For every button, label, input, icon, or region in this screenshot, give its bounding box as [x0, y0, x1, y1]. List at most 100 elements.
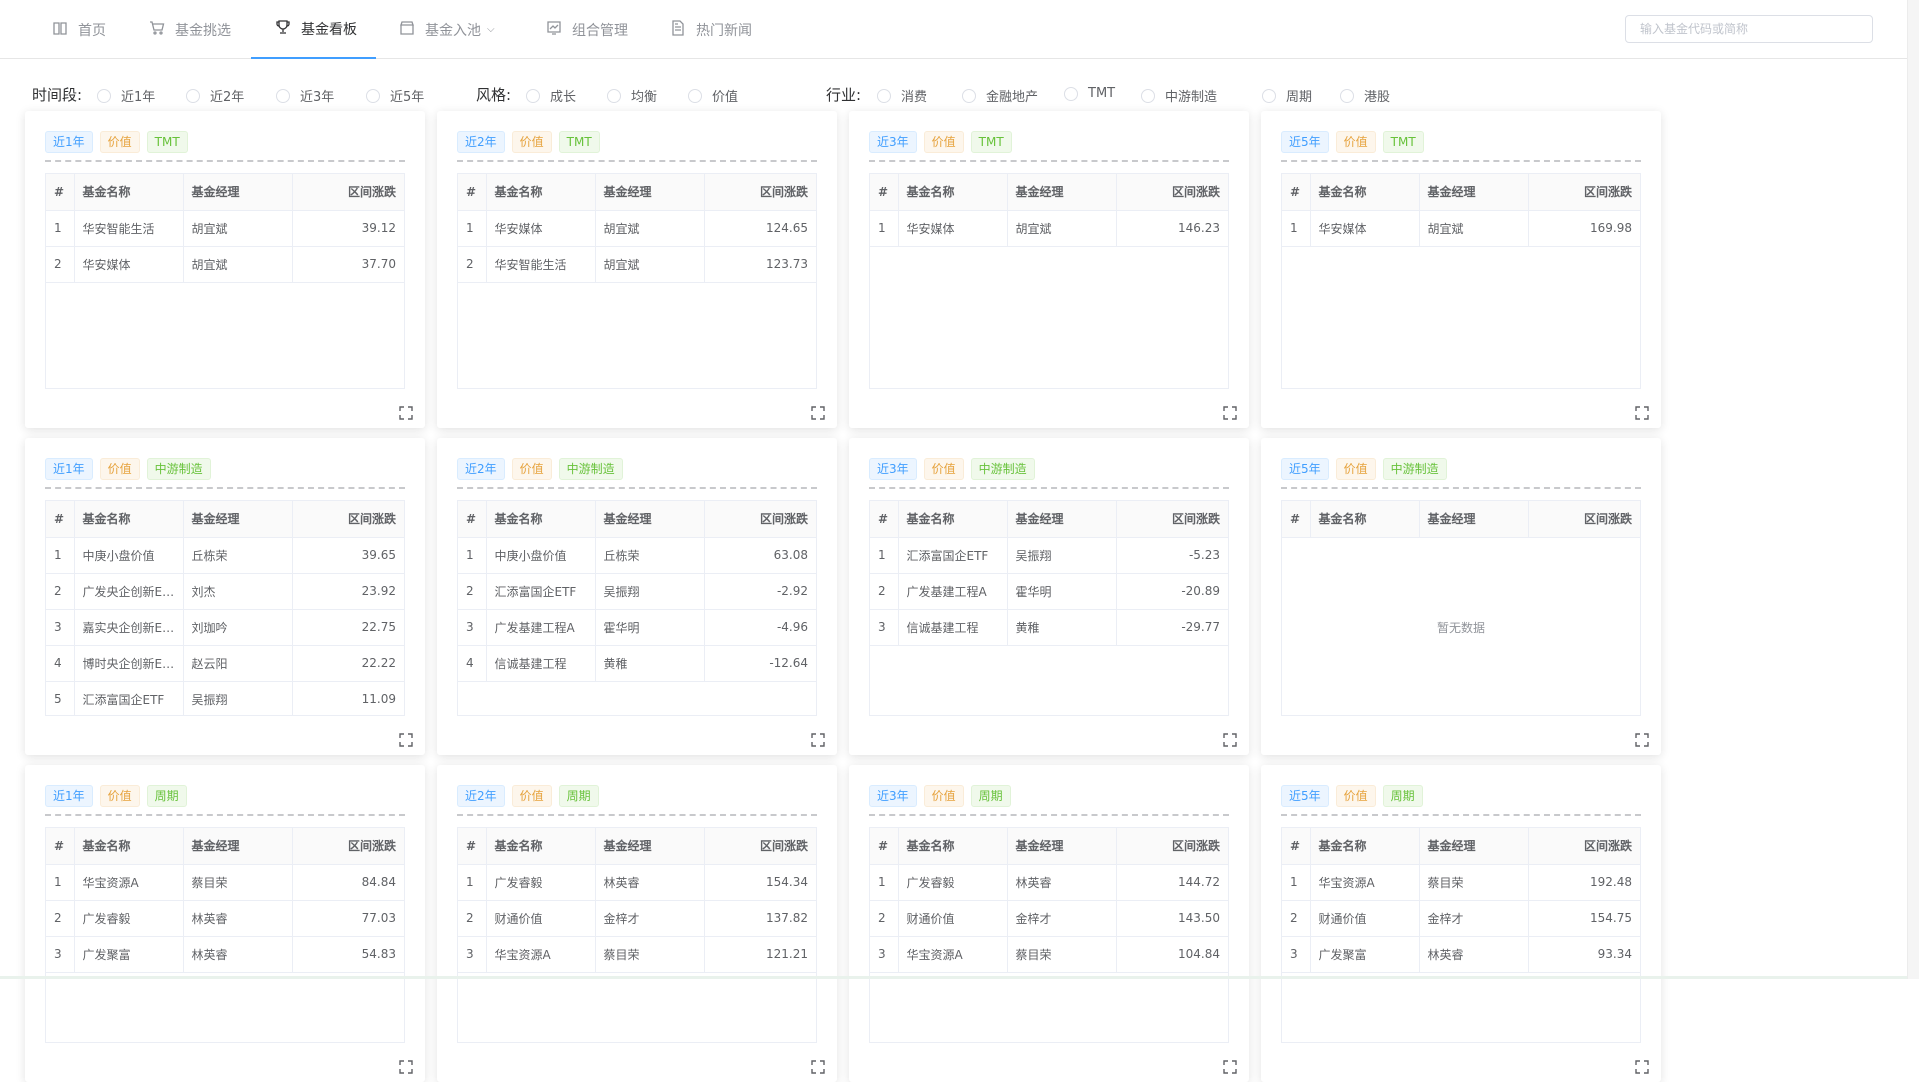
radio-industry-5[interactable]: 港股	[1340, 86, 1390, 105]
table-header-cell[interactable]: 基金经理	[183, 828, 293, 865]
radio-industry-4[interactable]: 周期	[1262, 86, 1312, 105]
table-header-cell[interactable]: 基金名称	[1310, 174, 1420, 211]
nav-item-3[interactable]: 基金入池 ⌵	[399, 0, 495, 59]
fullscreen-icon[interactable]	[1635, 1059, 1649, 1074]
table-header-cell[interactable]: 区间涨跌	[704, 174, 816, 211]
table-header-cell[interactable]: 基金名称	[1310, 828, 1420, 865]
radio-period-2[interactable]: 近3年	[276, 86, 334, 105]
table-header-cell[interactable]: #	[46, 828, 75, 865]
table-header-cell[interactable]: 基金名称	[898, 828, 1008, 865]
table-header-cell[interactable]: #	[870, 828, 899, 865]
table-header-cell[interactable]: #	[1282, 828, 1311, 865]
radio-style-1[interactable]: 均衡	[607, 86, 657, 105]
table-header-cell[interactable]: #	[458, 174, 487, 211]
table-header-cell[interactable]: 区间涨跌	[292, 828, 404, 865]
table-row[interactable]: 2 华安媒体 胡宜斌 37.70	[46, 246, 404, 283]
radio-period-0[interactable]: 近1年	[97, 86, 155, 105]
table-header-cell[interactable]: 基金经理	[1007, 501, 1117, 538]
table-header-cell[interactable]: 区间涨跌	[1528, 501, 1640, 538]
table-row[interactable]: 2 广发央企创新ETF 刘杰 23.92	[46, 573, 404, 610]
table-header-cell[interactable]: 基金名称	[74, 828, 184, 865]
table-header-cell[interactable]: 基金经理	[1419, 501, 1529, 538]
fullscreen-icon[interactable]	[399, 405, 413, 420]
table-header-cell[interactable]: 区间涨跌	[1116, 174, 1228, 211]
radio-period-3[interactable]: 近5年	[366, 86, 424, 105]
table-row[interactable]: 3 华宝资源A 蔡目荣 104.84	[870, 936, 1228, 973]
fullscreen-icon[interactable]	[811, 405, 825, 420]
table-row[interactable]: 1 广发睿毅 林英睿 154.34	[458, 864, 816, 901]
table-header-cell[interactable]: 区间涨跌	[1528, 174, 1640, 211]
table-row[interactable]: 1 中庚小盘价值 丘栋荣 63.08	[458, 537, 816, 574]
fullscreen-icon[interactable]	[1223, 732, 1237, 747]
table-header-cell[interactable]: 区间涨跌	[1528, 828, 1640, 865]
table-header-cell[interactable]: 基金经理	[183, 174, 293, 211]
table-header-cell[interactable]: 基金名称	[74, 501, 184, 538]
table-row[interactable]: 1 华安媒体 胡宜斌 146.23	[870, 210, 1228, 247]
table-header-cell[interactable]: 基金名称	[898, 501, 1008, 538]
table-row[interactable]: 1 华安媒体 胡宜斌 169.98	[1282, 210, 1640, 247]
table-row[interactable]: 4 博时央企创新ETF 赵云阳 22.22	[46, 645, 404, 682]
radio-industry-2[interactable]: TMT	[1064, 86, 1115, 101]
table-row[interactable]: 2 广发基建工程A 霍华明 -20.89	[870, 573, 1228, 610]
table-header-cell[interactable]: 基金经理	[1419, 174, 1529, 211]
radio-industry-3[interactable]: 中游制造	[1141, 86, 1217, 105]
table-row[interactable]: 3 广发基建工程A 霍华明 -4.96	[458, 609, 816, 646]
table-header-cell[interactable]: 区间涨跌	[1116, 501, 1228, 538]
nav-item-0[interactable]: 首页	[52, 0, 106, 59]
table-row[interactable]: 2 财通价值 金梓才 137.82	[458, 900, 816, 937]
table-row[interactable]: 3 信诚基建工程 黄稚 -29.77	[870, 609, 1228, 646]
fullscreen-icon[interactable]	[399, 1059, 413, 1074]
table-header-cell[interactable]: #	[1282, 174, 1311, 211]
table-header-cell[interactable]: 区间涨跌	[704, 501, 816, 538]
table-header-cell[interactable]: 基金经理	[1007, 828, 1117, 865]
table-header-cell[interactable]: #	[870, 501, 899, 538]
table-header-cell[interactable]: #	[1282, 501, 1311, 538]
radio-style-2[interactable]: 价值	[688, 86, 738, 105]
table-row[interactable]: 1 中庚小盘价值 丘栋荣 39.65	[46, 537, 404, 574]
nav-item-1[interactable]: 基金挑选	[149, 0, 231, 59]
fullscreen-icon[interactable]	[399, 732, 413, 747]
table-row[interactable]: 2 广发睿毅 林英睿 77.03	[46, 900, 404, 937]
fullscreen-icon[interactable]	[1635, 405, 1649, 420]
table-header-cell[interactable]: #	[46, 501, 75, 538]
table-row[interactable]: 3 嘉实央企创新ETF 刘珈吟 22.75	[46, 609, 404, 646]
table-row[interactable]: 5 汇添富国企ETF 吴振翔 11.09	[46, 681, 404, 715]
table-row[interactable]: 1 华宝资源A 蔡目荣 84.84	[46, 864, 404, 901]
table-row[interactable]: 1 华安媒体 胡宜斌 124.65	[458, 210, 816, 247]
table-row[interactable]: 1 广发睿毅 林英睿 144.72	[870, 864, 1228, 901]
radio-industry-0[interactable]: 消费	[877, 86, 927, 105]
table-header-cell[interactable]: #	[458, 501, 487, 538]
radio-industry-1[interactable]: 金融地产	[962, 86, 1038, 105]
table-header-cell[interactable]: 基金名称	[74, 174, 184, 211]
table-row[interactable]: 1 汇添富国企ETF 吴振翔 -5.23	[870, 537, 1228, 574]
nav-item-5[interactable]: 热门新闻	[670, 0, 752, 59]
table-header-cell[interactable]: #	[46, 174, 75, 211]
table-header-cell[interactable]: #	[870, 174, 899, 211]
table-header-cell[interactable]: 基金名称	[898, 174, 1008, 211]
table-row[interactable]: 1 华安智能生活 胡宜斌 39.12	[46, 210, 404, 247]
fullscreen-icon[interactable]	[1223, 405, 1237, 420]
fullscreen-icon[interactable]	[811, 1059, 825, 1074]
table-header-cell[interactable]: 基金经理	[595, 501, 705, 538]
table-header-cell[interactable]: #	[458, 828, 487, 865]
table-header-cell[interactable]: 区间涨跌	[292, 174, 404, 211]
table-row[interactable]: 2 汇添富国企ETF 吴振翔 -2.92	[458, 573, 816, 610]
table-header-cell[interactable]: 区间涨跌	[704, 828, 816, 865]
table-header-cell[interactable]: 基金名称	[486, 174, 596, 211]
fullscreen-icon[interactable]	[1223, 1059, 1237, 1074]
table-row[interactable]: 4 信诚基建工程 黄稚 -12.64	[458, 645, 816, 682]
table-header-cell[interactable]: 区间涨跌	[1116, 828, 1228, 865]
table-header-cell[interactable]: 基金经理	[1007, 174, 1117, 211]
table-row[interactable]: 2 财通价值 金梓才 154.75	[1282, 900, 1640, 937]
table-row[interactable]: 2 财通价值 金梓才 143.50	[870, 900, 1228, 937]
fullscreen-icon[interactable]	[1635, 732, 1649, 747]
table-row[interactable]: 3 华宝资源A 蔡目荣 121.21	[458, 936, 816, 973]
table-header-cell[interactable]: 基金名称	[486, 828, 596, 865]
table-row[interactable]: 2 华安智能生活 胡宜斌 123.73	[458, 246, 816, 283]
radio-period-1[interactable]: 近2年	[186, 86, 244, 105]
table-header-cell[interactable]: 基金经理	[1419, 828, 1529, 865]
table-header-cell[interactable]: 基金经理	[595, 828, 705, 865]
fund-search-input[interactable]	[1625, 15, 1873, 43]
table-header-cell[interactable]: 基金名称	[486, 501, 596, 538]
table-row[interactable]: 3 广发聚富 林英睿 54.83	[46, 936, 404, 973]
